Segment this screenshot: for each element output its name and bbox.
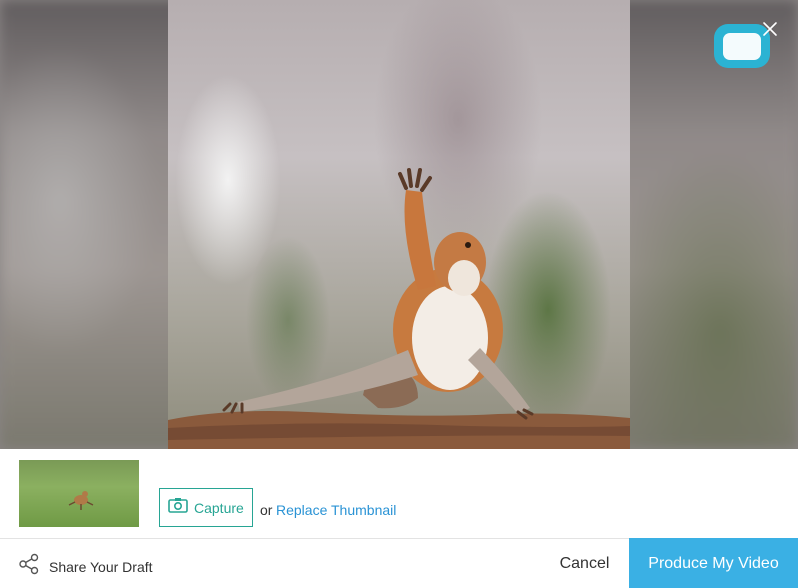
share-draft-label: Share Your Draft <box>49 558 153 575</box>
thumbnail-bar: Capture or Replace Thumbnail <box>0 449 798 538</box>
video-preview <box>0 0 798 449</box>
squirrel-photo <box>168 0 630 449</box>
cancel-button[interactable]: Cancel <box>548 539 621 588</box>
or-text: or <box>260 502 273 518</box>
replace-thumbnail-link[interactable]: Replace Thumbnail <box>276 502 396 518</box>
capture-label: Capture <box>194 499 244 516</box>
share-draft-button[interactable]: Share Your Draft <box>18 553 153 580</box>
share-icon <box>18 553 40 580</box>
produce-video-button[interactable]: Produce My Video <box>629 538 798 588</box>
thumbnail-image[interactable] <box>19 460 139 527</box>
footer-bar: Share Your Draft Cancel Produce My Video <box>0 538 798 588</box>
close-icon[interactable] <box>760 19 780 39</box>
capture-button[interactable]: Capture <box>159 488 253 527</box>
camera-icon <box>168 497 188 518</box>
